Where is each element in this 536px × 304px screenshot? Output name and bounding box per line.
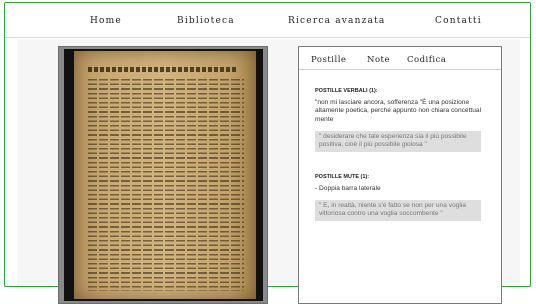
nav-contatti[interactable]: Contatti <box>435 16 482 26</box>
page-body-text <box>88 79 244 291</box>
annotations-panel: Postille Note Codifica POSTILLE VERBALI … <box>298 46 502 304</box>
page-viewer[interactable] <box>58 46 268 304</box>
nav-ricerca-avanzata[interactable]: Ricerca avanzata <box>288 16 386 26</box>
postille-verbali-quote: " desiderare che tale esperienza sia il … <box>315 131 481 152</box>
postille-mute-title: POSTILLE MUTE (1): <box>315 174 370 180</box>
tab-codifica[interactable]: Codifica <box>407 55 446 65</box>
nav-biblioteca[interactable]: Biblioteca <box>177 16 235 26</box>
scanned-page-image <box>64 49 263 301</box>
tab-note[interactable]: Note <box>367 55 390 65</box>
page-header-text <box>88 67 238 72</box>
nav-home[interactable]: Home <box>90 16 122 26</box>
postille-mute-text: - Doppia barra laterale <box>315 185 381 192</box>
book-page <box>74 51 256 299</box>
panel-tabs: Postille Note Codifica <box>299 47 501 70</box>
postille-verbali-title: POSTILLE VERBALI (1): <box>315 88 378 94</box>
postille-mute-quote: " E, in realtà, niente s'è fatto se non … <box>315 200 481 221</box>
postille-verbali-text: "non mi lasciare ancora, sofferenza "È u… <box>315 99 482 123</box>
tab-postille[interactable]: Postille <box>311 55 346 65</box>
top-navigation: Home Biblioteca Ricerca avanzata Contatt… <box>5 3 530 38</box>
